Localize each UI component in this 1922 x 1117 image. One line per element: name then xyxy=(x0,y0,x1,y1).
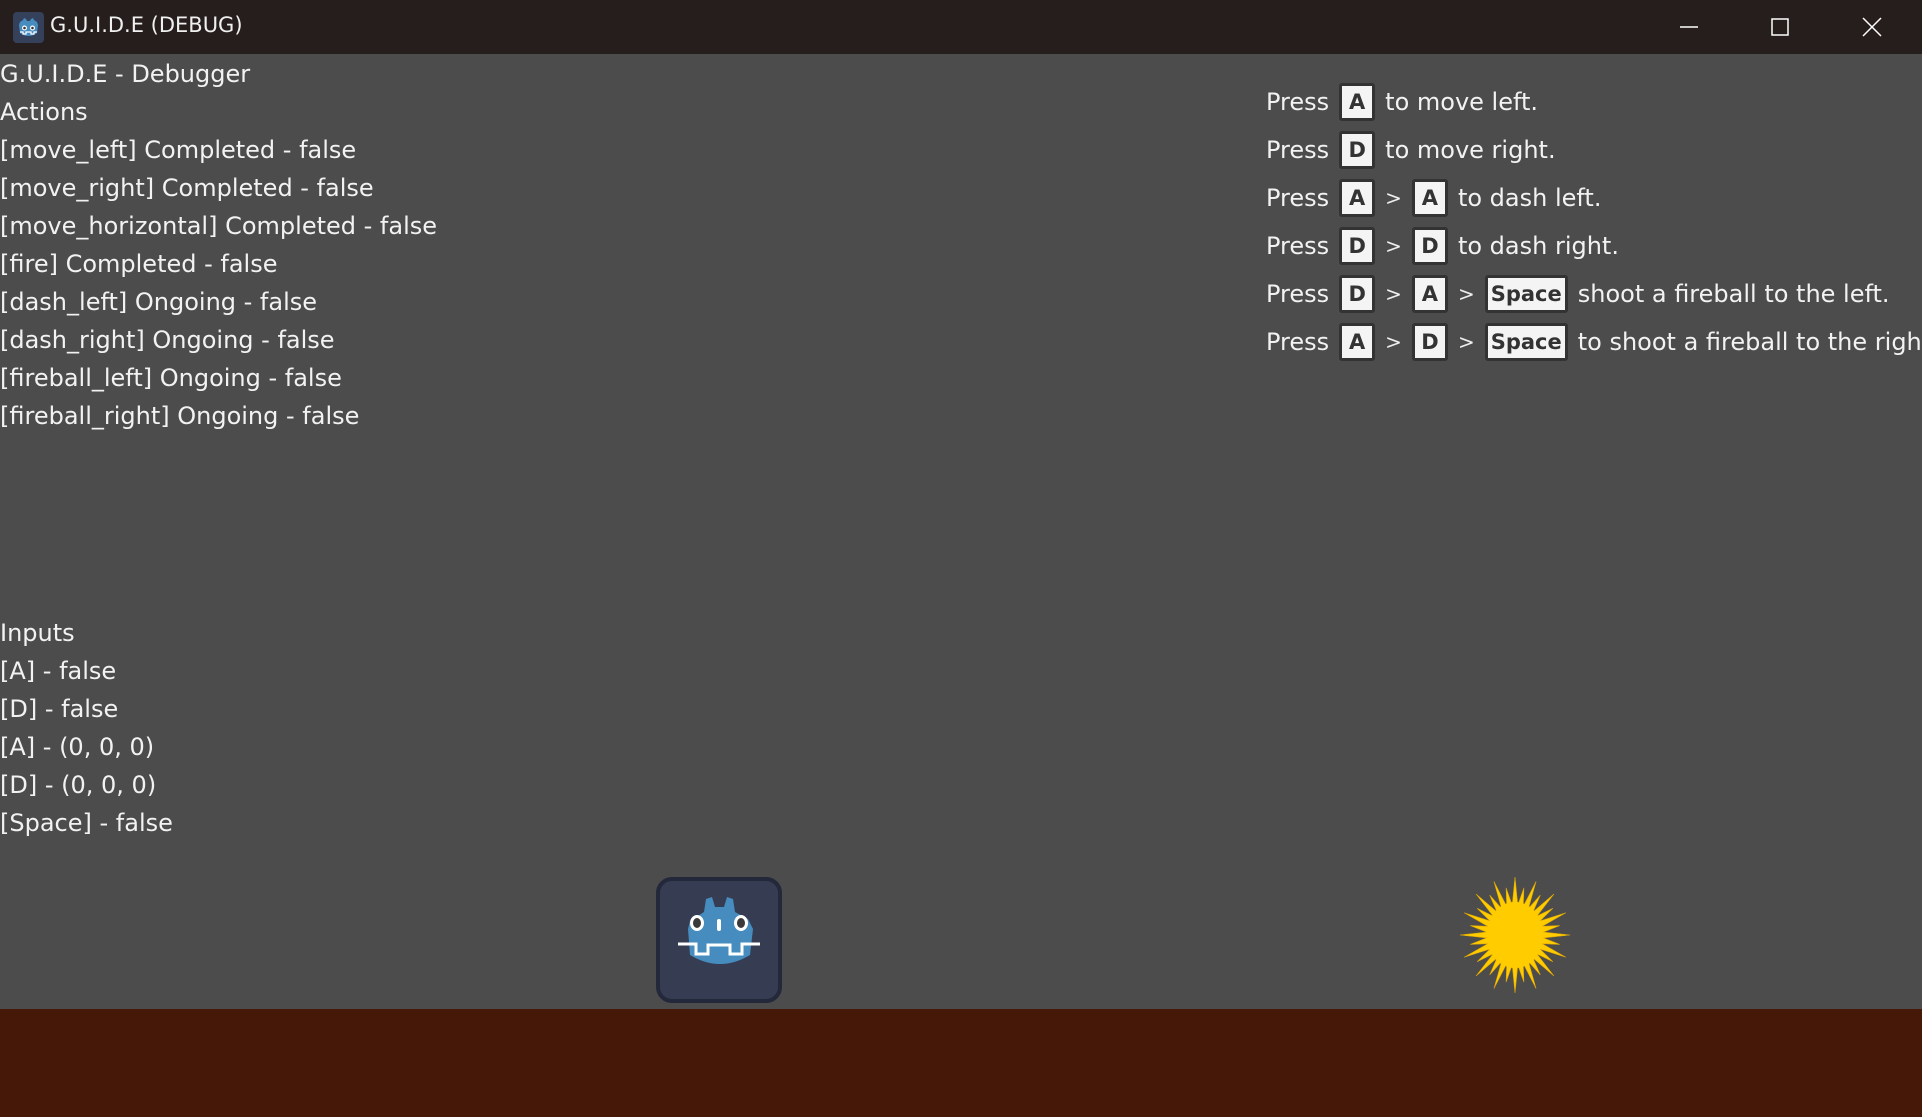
key-cap: D xyxy=(1339,275,1376,313)
action-status: [dash_right] Ongoing - false xyxy=(0,326,335,354)
key-cap: D xyxy=(1411,227,1448,265)
sequence-separator: > xyxy=(1385,234,1402,258)
key-cap: A xyxy=(1339,83,1376,121)
hint-row: Press A > D > Space to shoot a fireball to the… xyxy=(1266,318,1922,366)
sequence-separator: > xyxy=(1385,282,1402,306)
press-label: Press xyxy=(1266,232,1330,260)
maximize-icon xyxy=(1771,18,1789,36)
window-title: G.U.I.D.E (DEBUG) xyxy=(50,13,243,37)
key-cap: Space xyxy=(1484,323,1568,361)
action-status: [move_left] Completed - false xyxy=(0,136,357,164)
player-godot-sprite xyxy=(656,877,782,1003)
minimize-button[interactable] xyxy=(1644,0,1734,54)
input-status: [Space] - false xyxy=(0,809,173,837)
action-status: [fire] Completed - false xyxy=(0,250,278,278)
sequence-separator: > xyxy=(1385,186,1402,210)
action-status: [fireball_left] Ongoing - false xyxy=(0,364,342,392)
debugger-actions-panel: G.U.I.D.E - Debugger Actions [move_left]… xyxy=(0,55,437,435)
close-icon xyxy=(1862,17,1882,37)
sun-core xyxy=(1487,902,1543,968)
key-cap: D xyxy=(1339,227,1376,265)
hint-row: Press A > Ato dash left. xyxy=(1266,174,1922,222)
sequence-separator: > xyxy=(1385,330,1402,354)
controls-hints: Press Ato move left. Press Dto move right. P… xyxy=(1266,78,1922,366)
action-status: [move_right] Completed - false xyxy=(0,174,374,202)
action-status: [move_horizontal] Completed - false xyxy=(0,212,438,240)
hint-row: Press D > A > Space shoot a fireball to the le… xyxy=(1266,270,1922,318)
input-status: [D] - (0, 0, 0) xyxy=(0,771,157,799)
action-status: [dash_left] Ongoing - false xyxy=(0,288,318,316)
key-cap: A xyxy=(1411,275,1448,313)
key-cap: A xyxy=(1411,179,1448,217)
hint-text: to move left. xyxy=(1385,88,1539,116)
input-status: [A] - false xyxy=(0,657,117,685)
press-label: Press xyxy=(1266,280,1330,308)
sequence-separator: > xyxy=(1457,330,1475,354)
input-status: [A] - (0, 0, 0) xyxy=(0,733,155,761)
key-cap: A xyxy=(1339,323,1376,361)
hint-text: to move right. xyxy=(1385,136,1556,164)
hint-text: to dash left. xyxy=(1457,184,1602,212)
input-status: [D] - false xyxy=(0,695,119,723)
hint-text: shoot a fireball to the left. xyxy=(1577,280,1890,308)
hint-text: to shoot a fireball to the right. xyxy=(1577,328,1922,356)
close-button[interactable] xyxy=(1827,0,1917,54)
actions-label: Actions xyxy=(0,98,88,126)
press-label: Press xyxy=(1266,136,1330,164)
hint-row: Press Ato move left. xyxy=(1266,78,1922,126)
key-cap: D xyxy=(1411,323,1448,361)
key-cap: A xyxy=(1339,179,1376,217)
hint-row: Press D > Dto dash right. xyxy=(1266,222,1922,270)
title-bar: G.U.I.D.E (DEBUG) xyxy=(0,0,1922,54)
debugger-inputs-panel: Inputs [A] - false [D] - false [A] - (0,… xyxy=(0,614,173,842)
godot-app-icon xyxy=(13,12,44,43)
fireball-sprite xyxy=(1455,876,1575,994)
action-status: [fireball_right] Ongoing - false xyxy=(0,402,360,430)
inputs-label: Inputs xyxy=(0,619,75,647)
debugger-heading: G.U.I.D.E - Debugger xyxy=(0,60,251,88)
minimize-icon xyxy=(1680,26,1698,28)
hint-row: Press Dto move right. xyxy=(1266,126,1922,174)
press-label: Press xyxy=(1266,88,1330,116)
sequence-separator: > xyxy=(1457,282,1475,306)
ground xyxy=(0,1009,1922,1117)
press-label: Press xyxy=(1266,184,1330,212)
maximize-button[interactable] xyxy=(1735,0,1825,54)
key-cap: D xyxy=(1339,131,1376,169)
press-label: Press xyxy=(1266,328,1330,356)
key-cap: Space xyxy=(1484,275,1568,313)
hint-text: to dash right. xyxy=(1457,232,1619,260)
